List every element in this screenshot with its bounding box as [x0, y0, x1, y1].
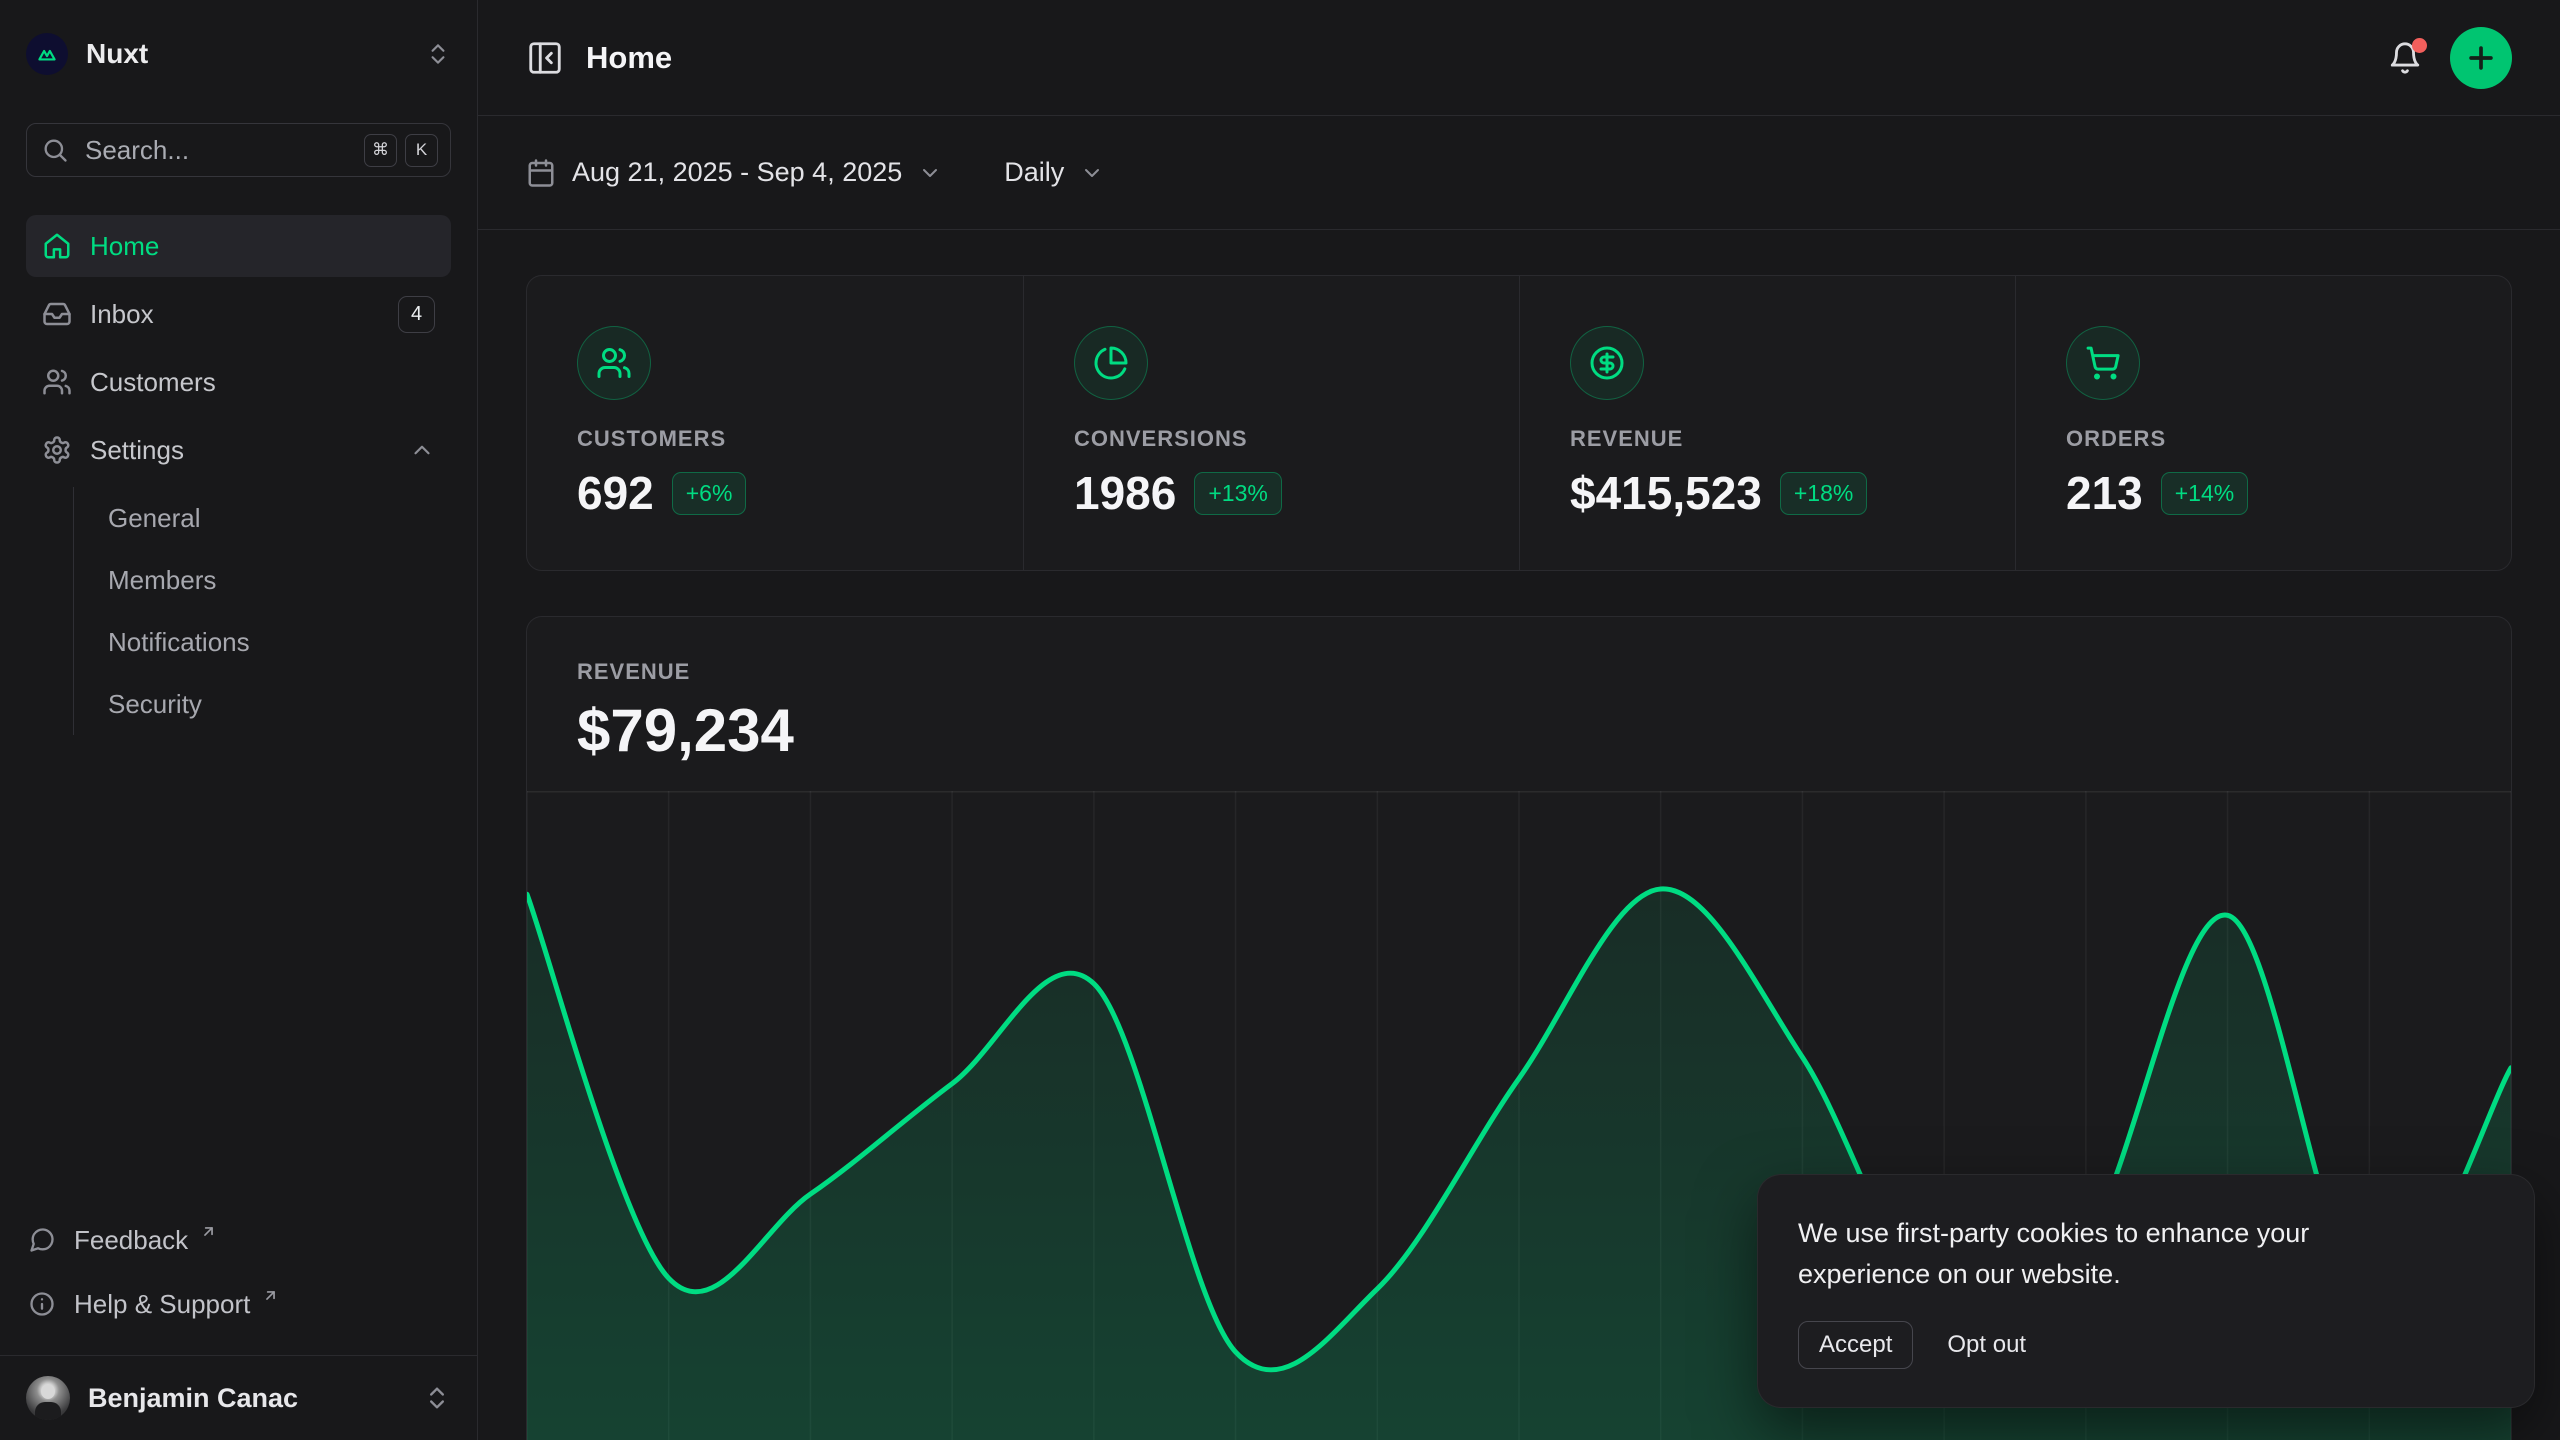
chevrons-up-down-icon: [425, 41, 451, 67]
granularity-label: Daily: [1004, 157, 1064, 188]
message-circle-icon: [28, 1226, 56, 1254]
nuxt-logo-icon: [26, 33, 68, 75]
sidebar-item-label: Settings: [90, 435, 184, 466]
inbox-count-badge: 4: [398, 296, 435, 333]
search-placeholder: Search...: [85, 135, 348, 166]
stat-card-customers[interactable]: CUSTOMERS 692 +6%: [527, 276, 1023, 570]
footer-link-label: Help & Support: [74, 1289, 250, 1320]
sidebar-item-label: Inbox: [90, 299, 154, 330]
page-title: Home: [586, 40, 672, 76]
sidebar-item-security[interactable]: Security: [74, 673, 451, 735]
sidebar-item-settings[interactable]: Settings: [26, 419, 451, 481]
sidebar-item-home[interactable]: Home: [26, 215, 451, 277]
sidebar-item-inbox[interactable]: Inbox 4: [26, 283, 451, 345]
settings-subnav: General Members Notifications Security: [73, 487, 451, 735]
search-input[interactable]: Search... ⌘ K: [26, 123, 451, 177]
team-name: Nuxt: [86, 38, 148, 70]
footer-link-label: Feedback: [74, 1225, 188, 1256]
user-menu[interactable]: Benjamin Canac: [0, 1355, 477, 1440]
inbox-icon: [42, 299, 72, 329]
external-link-icon: [200, 1223, 217, 1240]
accept-button[interactable]: Accept: [1798, 1321, 1913, 1369]
chevrons-up-down-icon: [423, 1384, 451, 1412]
stat-value: 692: [577, 466, 654, 520]
chevron-down-icon: [1080, 161, 1104, 185]
gear-icon: [42, 435, 72, 465]
sidebar-item-label: Home: [90, 231, 159, 262]
sidebar-footer: Feedback Help & Support: [0, 1211, 477, 1333]
sidebar-item-members[interactable]: Members: [74, 549, 451, 611]
sidebar-item-customers[interactable]: Customers: [26, 351, 451, 413]
chevron-up-icon: [409, 437, 435, 463]
stat-delta-badge: +18%: [1780, 472, 1867, 515]
sidebar-item-feedback[interactable]: Feedback: [26, 1211, 451, 1269]
revenue-chart-total: $79,234: [577, 697, 2461, 765]
cookie-message-line2: experience on our website.: [1798, 1254, 2494, 1295]
stat-delta-badge: +14%: [2161, 472, 2248, 515]
sidebar-item-notifications[interactable]: Notifications: [74, 611, 451, 673]
cookie-toast: We use first-party cookies to enhance yo…: [1757, 1174, 2535, 1408]
stats-row: CUSTOMERS 692 +6% CONVERSIONS 1986 +13%: [526, 275, 2512, 571]
users-icon: [577, 326, 651, 400]
sidebar-nav: Home Inbox 4 Customers Settings Ge: [0, 215, 477, 735]
calendar-icon: [526, 158, 556, 188]
search-icon: [41, 136, 69, 164]
kbd-command: ⌘: [364, 134, 397, 167]
add-button[interactable]: [2450, 27, 2512, 89]
stat-label: REVENUE: [1570, 426, 1965, 452]
granularity-select[interactable]: Daily: [1004, 157, 1104, 188]
stat-delta-badge: +6%: [672, 472, 747, 515]
stat-value: $415,523: [1570, 466, 1762, 520]
kbd-k: K: [405, 134, 438, 167]
team-switcher[interactable]: Nuxt: [0, 0, 477, 75]
opt-out-button[interactable]: Opt out: [1947, 1331, 2026, 1359]
user-name: Benjamin Canac: [88, 1383, 405, 1414]
search-shortcut: ⌘ K: [364, 134, 438, 167]
plus-icon: [2464, 41, 2498, 75]
shopping-cart-icon: [2066, 326, 2140, 400]
topbar: Home: [478, 0, 2560, 116]
stat-delta-badge: +13%: [1194, 472, 1281, 515]
house-icon: [42, 231, 72, 261]
info-circle-icon: [28, 1290, 56, 1318]
stat-label: ORDERS: [2066, 426, 2461, 452]
revenue-chart-label: REVENUE: [577, 659, 2461, 685]
external-link-icon: [262, 1287, 279, 1304]
users-icon: [42, 367, 72, 397]
stat-card-conversions[interactable]: CONVERSIONS 1986 +13%: [1023, 276, 1519, 570]
stat-label: CUSTOMERS: [577, 426, 973, 452]
stat-card-revenue[interactable]: REVENUE $415,523 +18%: [1519, 276, 2015, 570]
sidebar-item-general[interactable]: General: [74, 487, 451, 549]
date-range-label: Aug 21, 2025 - Sep 4, 2025: [572, 157, 902, 188]
collapse-sidebar-button[interactable]: [526, 39, 564, 77]
date-range-picker[interactable]: Aug 21, 2025 - Sep 4, 2025: [526, 157, 942, 188]
stat-value: 1986: [1074, 466, 1176, 520]
sidebar-item-help-support[interactable]: Help & Support: [26, 1275, 451, 1333]
chevron-down-icon: [918, 161, 942, 185]
notification-dot: [2412, 38, 2427, 53]
pie-chart-icon: [1074, 326, 1148, 400]
filters-toolbar: Aug 21, 2025 - Sep 4, 2025 Daily: [478, 116, 2560, 230]
sidebar: Nuxt Search... ⌘ K Home Inbox 4: [0, 0, 478, 1440]
main-area: Home Aug 21, 2025 - Sep 4, 2025: [478, 0, 2560, 1440]
sidebar-item-label: Customers: [90, 367, 216, 398]
stat-card-orders[interactable]: ORDERS 213 +14%: [2015, 276, 2511, 570]
stat-value: 213: [2066, 466, 2143, 520]
avatar: [26, 1376, 70, 1420]
notifications-button[interactable]: [2388, 41, 2422, 75]
stat-label: CONVERSIONS: [1074, 426, 1469, 452]
circle-dollar-icon: [1570, 326, 1644, 400]
panel-left-close-icon: [526, 39, 564, 77]
cookie-message-line1: We use first-party cookies to enhance yo…: [1798, 1213, 2494, 1254]
